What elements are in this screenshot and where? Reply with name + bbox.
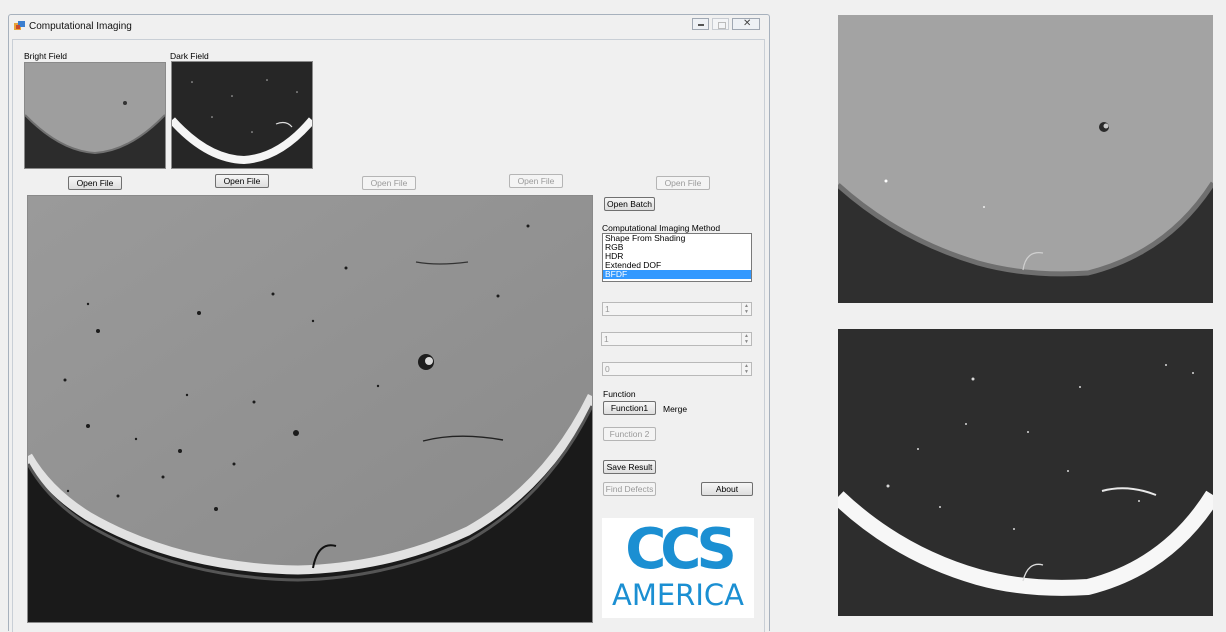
ccs-america-logo: CCS AMERICA: [602, 518, 754, 618]
spinner-1-value: 1: [605, 304, 610, 314]
dark-field-preview-image: [838, 329, 1213, 616]
result-image: [28, 196, 592, 622]
window-title: Computational Imaging: [29, 21, 132, 32]
function1-button[interactable]: Function1: [603, 401, 656, 415]
about-button[interactable]: About: [701, 482, 753, 496]
close-button[interactable]: ✕: [732, 18, 760, 30]
result-image-view[interactable]: [27, 195, 593, 623]
method-label: Computational Imaging Method: [602, 223, 721, 233]
dark-field-image: [172, 62, 312, 168]
maximize-button[interactable]: [712, 18, 729, 30]
save-result-button[interactable]: Save Result: [603, 460, 656, 474]
bright-field-image: [25, 63, 165, 168]
client-area: Bright Field Dark Field Open File Open F…: [12, 39, 765, 632]
find-defects-button[interactable]: Find Defects: [603, 482, 656, 496]
logo-text-bottom: AMERICA: [612, 578, 744, 612]
function2-button[interactable]: Function 2: [603, 427, 656, 441]
down-arrow-icon: ▼: [744, 309, 749, 315]
method-item-rgb[interactable]: RGB: [603, 243, 751, 252]
bright-field-preview: [838, 15, 1213, 303]
app-window: Computational Imaging ✕ Bright Field Dar…: [8, 14, 770, 632]
maximize-icon: [718, 22, 726, 29]
open-file-button-4[interactable]: Open File: [509, 174, 563, 188]
spinner-3-value: 0: [605, 364, 610, 374]
method-item-shape-from-shading[interactable]: Shape From Shading: [603, 234, 751, 243]
method-item-bfdf[interactable]: BFDF: [603, 270, 751, 279]
spinner-2-arrows[interactable]: ▲ ▼: [741, 333, 751, 345]
bright-field-label: Bright Field: [24, 51, 67, 61]
logo-text-top: CCS: [625, 517, 737, 582]
close-icon: ✕: [743, 18, 752, 29]
title-bar[interactable]: Computational Imaging ✕: [9, 15, 769, 39]
minimize-button[interactable]: [692, 18, 709, 30]
numeric-spinner-3[interactable]: 0 ▲ ▼: [602, 362, 752, 376]
spinner-2-value: 1: [604, 334, 609, 344]
open-batch-button[interactable]: Open Batch: [604, 197, 655, 211]
dark-field-label: Dark Field: [170, 51, 209, 61]
down-arrow-icon: ▼: [744, 369, 749, 375]
open-file-button-1[interactable]: Open File: [68, 176, 122, 190]
open-file-button-5[interactable]: Open File: [656, 176, 710, 190]
app-icon: [14, 21, 25, 30]
dark-field-thumbnail[interactable]: [171, 61, 313, 169]
minimize-icon: [698, 24, 704, 26]
spinner-1-arrows[interactable]: ▲ ▼: [741, 303, 751, 315]
dark-field-preview: [838, 329, 1213, 616]
down-arrow-icon: ▼: [744, 339, 749, 345]
open-file-button-3[interactable]: Open File: [362, 176, 416, 190]
merge-label: Merge: [663, 404, 688, 414]
method-listbox[interactable]: Shape From Shading RGB HDR Extended DOF …: [602, 233, 752, 282]
bright-field-preview-image: [838, 15, 1213, 303]
numeric-spinner-1[interactable]: 1 ▲ ▼: [602, 302, 752, 316]
bright-field-thumbnail[interactable]: [24, 62, 166, 169]
open-file-button-2[interactable]: Open File: [215, 174, 269, 188]
function-label: Function: [603, 389, 636, 399]
numeric-spinner-2[interactable]: 1 ▲ ▼: [601, 332, 752, 346]
spinner-3-arrows[interactable]: ▲ ▼: [741, 363, 751, 375]
